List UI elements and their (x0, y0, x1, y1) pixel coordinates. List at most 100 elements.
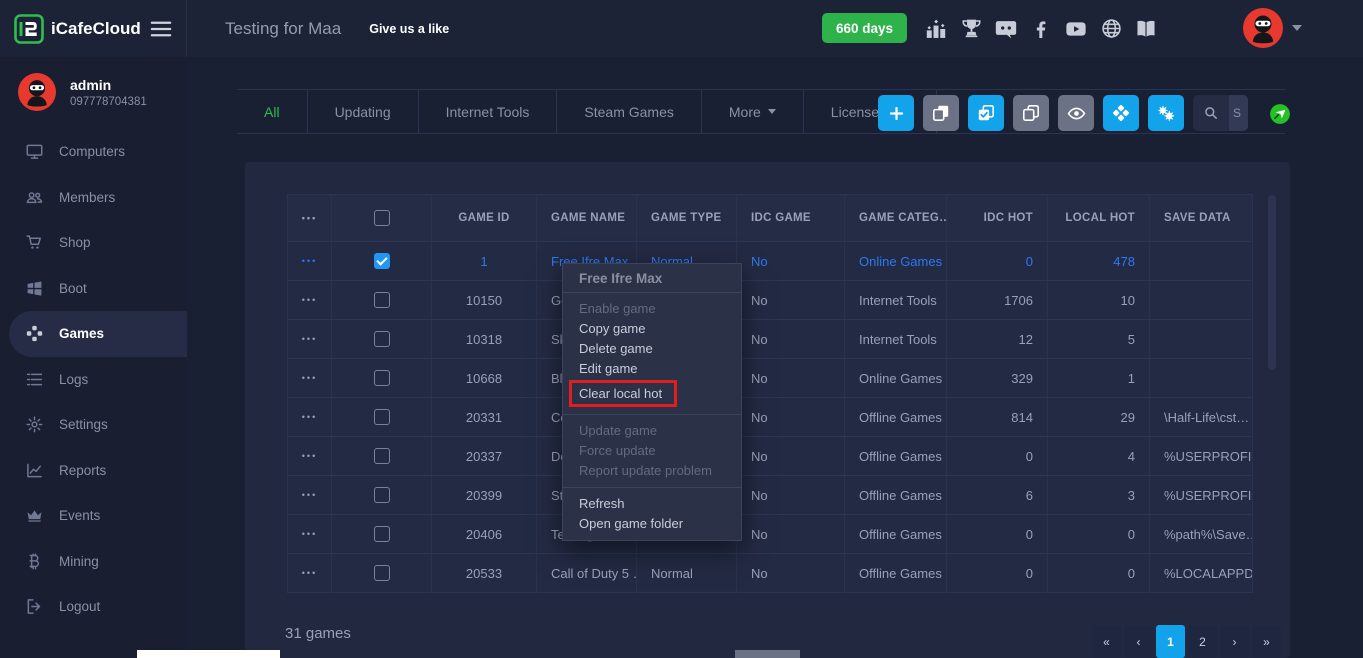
trophy-icon[interactable] (960, 18, 982, 40)
checkbox-icon[interactable] (374, 210, 390, 226)
sidebar-item-computers[interactable]: Computers (0, 129, 187, 175)
row-actions-button[interactable]: ••• (287, 437, 332, 476)
chart-icon (26, 462, 43, 479)
page-button-3[interactable]: 1 (1156, 625, 1185, 658)
sidebar-item-events[interactable]: Events (0, 493, 187, 539)
tab-internet-tools[interactable]: Internet Tools (419, 90, 558, 133)
context-menu-item-edit-game[interactable]: Edit game (563, 359, 741, 379)
page-button-6[interactable]: » (1252, 625, 1281, 658)
horizontal-scrollbar-thumb[interactable] (137, 650, 280, 658)
column-header-idc-game[interactable]: IDC GAME (737, 195, 845, 242)
row-actions-button[interactable]: ••• (287, 359, 332, 398)
row-actions-button[interactable]: ••• (287, 320, 332, 359)
sidebar-item-logout[interactable]: Logout (0, 584, 187, 630)
checkbox-icon[interactable] (374, 526, 390, 542)
row-checkbox[interactable] (332, 242, 432, 281)
search-icon (1193, 95, 1229, 131)
sidebar-item-shop[interactable]: Shop (0, 220, 187, 266)
context-menu-item-delete-game[interactable]: Delete game (563, 339, 741, 359)
row-checkbox[interactable] (332, 554, 432, 593)
game-name-cell[interactable]: Call of Duty 5 … (537, 554, 637, 593)
sidebar-item-boot[interactable]: Boot (0, 266, 187, 312)
diamond-grid-button[interactable] (1103, 95, 1139, 131)
user-menu[interactable] (1243, 8, 1302, 48)
sidebar-item-members[interactable]: Members (0, 175, 187, 221)
checkbox-icon[interactable] (374, 331, 390, 347)
tab-all[interactable]: All (237, 90, 308, 133)
checkbox-icon[interactable] (374, 448, 390, 464)
gears-button[interactable] (1148, 95, 1184, 131)
give-us-a-like-link[interactable]: Give us a like (369, 22, 449, 36)
checkbox-icon[interactable] (374, 292, 390, 308)
plus-button[interactable] (878, 95, 914, 131)
days-remaining-badge[interactable]: 660 days (822, 13, 907, 43)
row-checkbox[interactable] (332, 398, 432, 437)
hamburger-menu-icon[interactable] (150, 21, 172, 37)
globe-icon[interactable] (1100, 18, 1122, 40)
horizontal-scrollbar-segment[interactable] (735, 650, 800, 658)
column-header-game-type[interactable]: GAME TYPE (637, 195, 737, 242)
facebook-icon[interactable] (1030, 18, 1052, 40)
ellipsis-icon: ••• (302, 490, 317, 500)
page-button-5[interactable]: › (1220, 625, 1249, 658)
tab-steam-games[interactable]: Steam Games (557, 90, 701, 133)
column-header-save-data[interactable]: SAVE DATA (1150, 195, 1253, 242)
row-actions-button[interactable]: ••• (287, 554, 332, 593)
row-checkbox[interactable] (332, 515, 432, 554)
checkbox-icon[interactable] (374, 409, 390, 425)
context-menu-item-refresh[interactable]: Refresh (563, 494, 741, 514)
column-header-game-name[interactable]: GAME NAME (537, 195, 637, 242)
column-header-game-categ[interactable]: GAME CATEG… (845, 195, 947, 242)
checkbox-icon[interactable] (374, 487, 390, 503)
row-actions-button[interactable]: ••• (287, 242, 332, 281)
idc-game-cell: No (737, 242, 845, 281)
sidebar-item-mining[interactable]: Mining (0, 539, 187, 585)
youtube-icon[interactable] (1065, 18, 1087, 40)
tab-more[interactable]: More (702, 90, 804, 133)
page-button-1[interactable]: « (1092, 625, 1121, 658)
context-menu-item-clear-local-hot[interactable]: Clear local hot (569, 380, 677, 407)
row-checkbox[interactable] (332, 281, 432, 320)
checkbox-icon[interactable] (374, 565, 390, 581)
sidebar-item-logs[interactable]: Logs (0, 357, 187, 403)
table-vertical-scrollbar[interactable] (1268, 195, 1276, 370)
checkbox-icon[interactable] (374, 253, 390, 269)
ranking-icon[interactable] (925, 18, 947, 40)
sidebar-item-settings[interactable]: Settings (0, 402, 187, 448)
row-checkbox[interactable] (332, 437, 432, 476)
row-actions-button[interactable]: ••• (287, 476, 332, 515)
avatar (18, 73, 56, 111)
column-header-game-id[interactable]: GAME ID (432, 195, 537, 242)
game-id-cell: 20406 (432, 515, 537, 554)
row-actions-button[interactable]: ••• (287, 281, 332, 320)
copy-check-icon (977, 104, 995, 122)
sidebar-item-reports[interactable]: Reports (0, 448, 187, 494)
clone-button[interactable] (1013, 95, 1049, 131)
globe-download-icon[interactable] (1269, 103, 1291, 125)
column-header-idc-hot[interactable]: IDC HOT (947, 195, 1048, 242)
search-box[interactable]: S (1193, 95, 1248, 131)
row-checkbox[interactable] (332, 476, 432, 515)
checkbox-icon[interactable] (374, 370, 390, 386)
context-menu-item-copy-game[interactable]: Copy game (563, 319, 741, 339)
page-button-4[interactable]: 2 (1188, 625, 1217, 658)
row-actions-button[interactable]: ••• (287, 515, 332, 554)
column-header-local-hot[interactable]: LOCAL HOT (1048, 195, 1150, 242)
copy-check-button[interactable] (968, 95, 1004, 131)
context-menu-item-open-game-folder[interactable]: Open game folder (563, 514, 741, 534)
discord-icon[interactable] (995, 18, 1017, 40)
search-input[interactable]: S (1229, 95, 1248, 131)
row-actions-button[interactable]: ••• (287, 398, 332, 437)
tab-updating[interactable]: Updating (308, 90, 419, 133)
page-button-2[interactable]: ‹ (1124, 625, 1153, 658)
eye-icon (1067, 104, 1086, 123)
row-checkbox[interactable] (332, 320, 432, 359)
header-select-all-checkbox[interactable] (332, 195, 432, 242)
bitcoin-icon (26, 553, 43, 570)
eye-button[interactable] (1058, 95, 1094, 131)
avatar[interactable] (1243, 8, 1283, 48)
book-icon[interactable] (1135, 18, 1157, 40)
sidebar-item-games[interactable]: Games (9, 311, 187, 357)
copy-button[interactable] (923, 95, 959, 131)
row-checkbox[interactable] (332, 359, 432, 398)
